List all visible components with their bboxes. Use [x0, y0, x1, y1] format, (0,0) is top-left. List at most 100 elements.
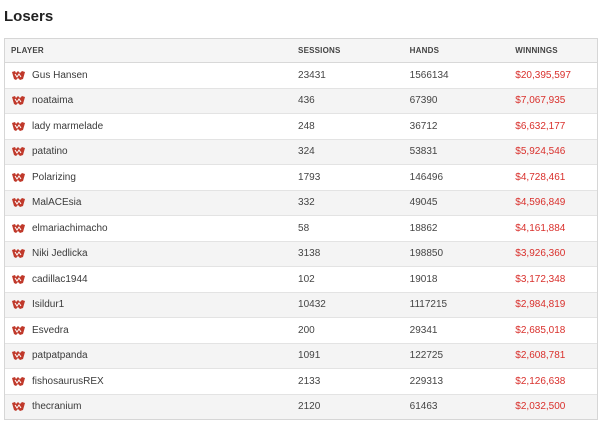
site-logo-icon	[11, 401, 26, 412]
winnings-cell: $4,596,849	[515, 197, 566, 209]
player-cell: fishosaurusREX	[5, 376, 296, 387]
table-row[interactable]: Niki Jedlicka 3138 198850 $3,926,360	[5, 241, 597, 267]
table-row[interactable]: patpatpanda 1091 122725 $2,608,781	[5, 343, 597, 369]
player-name-link[interactable]: lady marmelade	[32, 121, 103, 132]
player-name-link[interactable]: thecranium	[32, 401, 81, 412]
winnings-cell: $2,608,781	[515, 350, 566, 362]
table-body: Gus Hansen 23431 1566134 $20,395,597 noataim…	[5, 63, 597, 419]
table-row[interactable]: cadillac1944 102 19018 $3,172,348	[5, 267, 597, 293]
hands-cell: 146496	[409, 171, 444, 183]
player-cell: lady marmelade	[5, 121, 296, 132]
winnings-cell: $2,685,018	[515, 324, 566, 336]
table-row[interactable]: Polarizing 1793 146496 $4,728,461	[5, 165, 597, 191]
player-name-link[interactable]: elmariachimacho	[32, 223, 108, 234]
site-logo-icon	[11, 197, 26, 208]
player-name-link[interactable]: patatino	[32, 146, 68, 157]
site-logo-icon	[11, 70, 26, 81]
site-logo-icon	[11, 350, 26, 361]
player-name-link[interactable]: Polarizing	[32, 172, 76, 183]
player-cell: elmariachimacho	[5, 223, 296, 234]
table-row[interactable]: Gus Hansen 23431 1566134 $20,395,597	[5, 63, 597, 89]
site-logo-icon	[11, 248, 26, 259]
table-row[interactable]: Isildur1 10432 1117215 $2,984,819	[5, 292, 597, 318]
sessions-cell: 10432	[298, 299, 326, 311]
sessions-cell: 436	[298, 95, 315, 107]
hands-cell: 29341	[409, 324, 438, 336]
hands-cell: 229313	[409, 375, 444, 387]
player-cell: MalACEsia	[5, 197, 296, 208]
hands-cell: 19018	[409, 273, 438, 285]
player-name-link[interactable]: Gus Hansen	[32, 70, 88, 81]
winnings-cell: $4,161,884	[515, 222, 566, 234]
column-header-sessions[interactable]: SESSIONS	[296, 46, 410, 55]
winnings-cell: $3,926,360	[515, 248, 566, 260]
column-header-player[interactable]: PLAYER	[5, 46, 296, 55]
page-title: Losers	[4, 8, 54, 25]
player-cell: noataima	[5, 95, 296, 106]
winnings-cell: $3,172,348	[515, 273, 566, 285]
player-cell: Niki Jedlicka	[5, 248, 296, 259]
player-cell: cadillac1944	[5, 274, 296, 285]
hands-cell: 1117215	[409, 299, 448, 311]
player-name-link[interactable]: noataima	[32, 95, 73, 106]
player-cell: Polarizing	[5, 172, 296, 183]
site-logo-icon	[11, 95, 26, 106]
player-cell: Isildur1	[5, 299, 296, 310]
hands-cell: 36712	[409, 120, 438, 132]
losers-table: PLAYER SESSIONS HANDS WINNINGS Gus Hanse…	[4, 38, 598, 420]
player-cell: thecranium	[5, 401, 296, 412]
site-logo-icon	[11, 121, 26, 132]
player-name-link[interactable]: Isildur1	[32, 299, 64, 310]
hands-cell: 61463	[409, 401, 438, 413]
table-row[interactable]: elmariachimacho 58 18862 $4,161,884	[5, 216, 597, 242]
site-logo-icon	[11, 146, 26, 157]
table-row[interactable]: MalACEsia 332 49045 $4,596,849	[5, 190, 597, 216]
hands-cell: 18862	[409, 222, 438, 234]
hands-cell: 1566134	[409, 69, 449, 81]
site-logo-icon	[11, 325, 26, 336]
winnings-cell: $7,067,935	[515, 95, 566, 107]
sessions-cell: 1091	[298, 350, 321, 362]
winnings-cell: $20,395,597	[515, 69, 571, 81]
column-header-hands[interactable]: HANDS	[410, 46, 516, 55]
player-name-link[interactable]: fishosaurusREX	[32, 376, 104, 387]
sessions-cell: 324	[298, 146, 315, 158]
player-name-link[interactable]: cadillac1944	[32, 274, 88, 285]
hands-cell: 122725	[409, 350, 444, 362]
site-logo-icon	[11, 172, 26, 183]
player-cell: Esvedra	[5, 325, 296, 336]
winnings-cell: $4,728,461	[515, 171, 566, 183]
hands-cell: 49045	[409, 197, 438, 209]
sessions-cell: 2133	[298, 375, 321, 387]
table-row[interactable]: Esvedra 200 29341 $2,685,018	[5, 318, 597, 344]
site-logo-icon	[11, 274, 26, 285]
player-name-link[interactable]: Esvedra	[32, 325, 69, 336]
table-header: PLAYER SESSIONS HANDS WINNINGS	[5, 39, 597, 63]
player-name-link[interactable]: patpatpanda	[32, 350, 88, 361]
winnings-cell: $5,924,546	[515, 146, 566, 158]
hands-cell: 198850	[409, 248, 444, 260]
sessions-cell: 332	[298, 197, 315, 209]
table-row[interactable]: patatino 324 53831 $5,924,546	[5, 139, 597, 165]
site-logo-icon	[11, 299, 26, 310]
sessions-cell: 200	[298, 324, 315, 336]
table-row[interactable]: thecranium 2120 61463 $2,032,500	[5, 394, 597, 419]
table-row[interactable]: noataima 436 67390 $7,067,935	[5, 88, 597, 114]
sessions-cell: 248	[298, 120, 315, 132]
sessions-cell: 3138	[298, 248, 321, 260]
site-logo-icon	[11, 376, 26, 387]
sessions-cell: 2120	[298, 401, 321, 413]
player-cell: patpatpanda	[5, 350, 296, 361]
player-name-link[interactable]: MalACEsia	[32, 197, 81, 208]
sessions-cell: 58	[298, 222, 310, 234]
hands-cell: 53831	[409, 146, 438, 158]
player-name-link[interactable]: Niki Jedlicka	[32, 248, 88, 259]
player-cell: Gus Hansen	[5, 70, 296, 81]
winnings-cell: $2,984,819	[515, 299, 566, 311]
table-row[interactable]: lady marmelade 248 36712 $6,632,177	[5, 114, 597, 140]
hands-cell: 67390	[409, 95, 438, 107]
column-header-winnings[interactable]: WINNINGS	[515, 46, 597, 55]
table-row[interactable]: fishosaurusREX 2133 229313 $2,126,638	[5, 369, 597, 395]
sessions-cell: 23431	[298, 69, 326, 81]
site-logo-icon	[11, 223, 26, 234]
